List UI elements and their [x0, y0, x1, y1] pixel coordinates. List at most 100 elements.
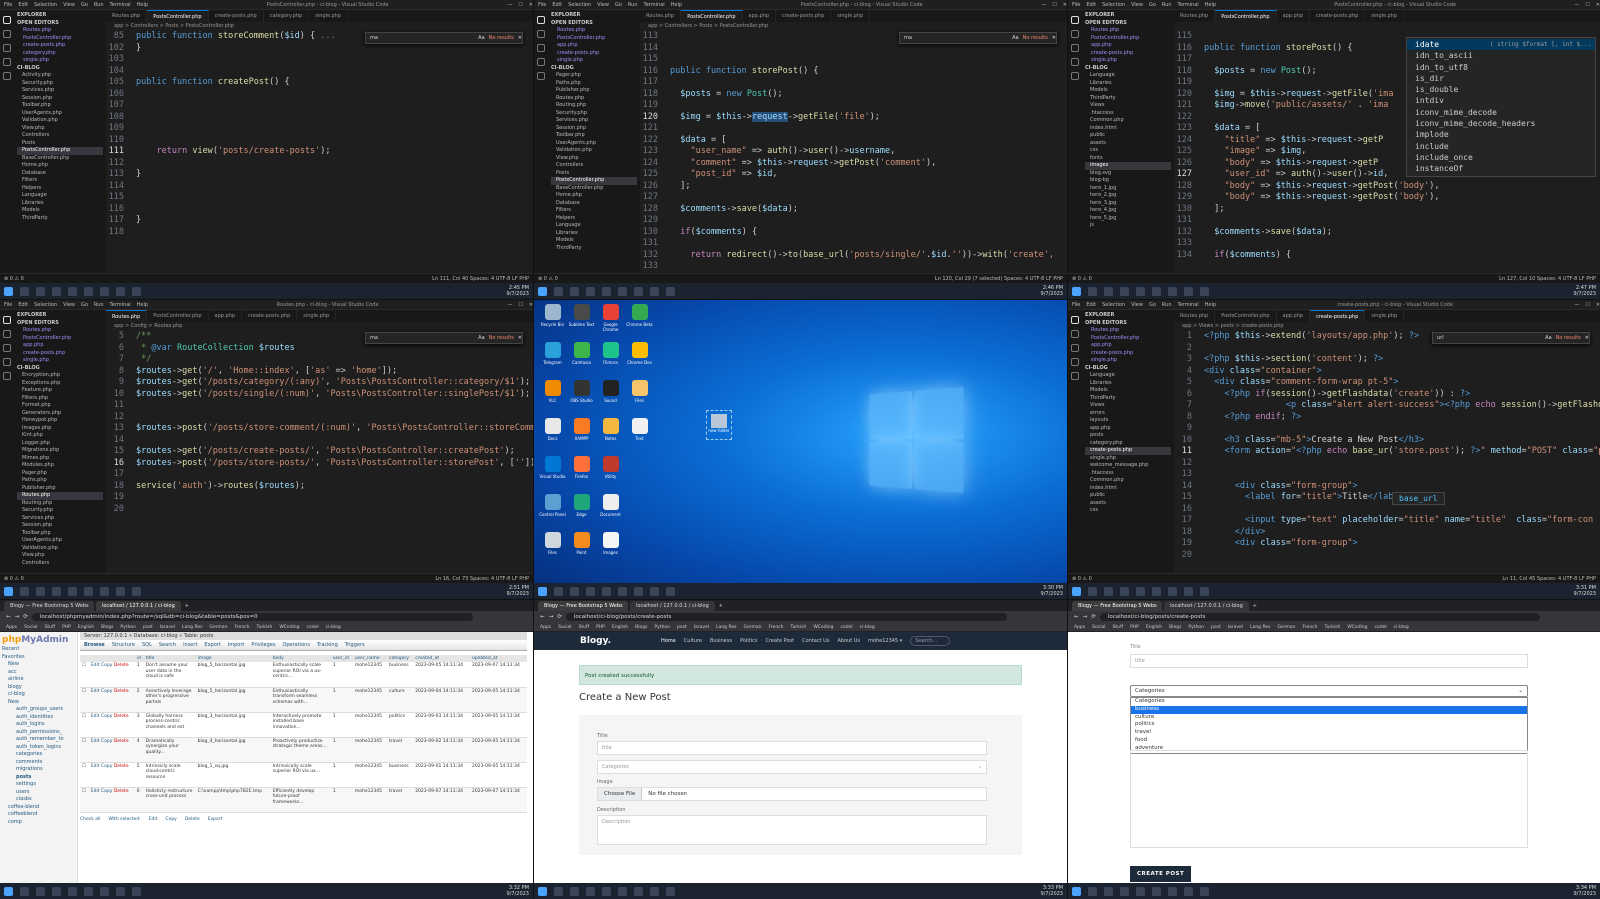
menu-item[interactable]: File [4, 2, 12, 8]
open-editors-header[interactable]: OPEN EDITORS [551, 20, 637, 28]
editor-tab[interactable]: create-posts.php [242, 310, 298, 322]
find-input[interactable]: url [1437, 335, 1444, 341]
explorer-item[interactable]: CI-BLOG [1085, 365, 1171, 373]
delete-link[interactable]: Delete [114, 764, 129, 769]
browser-tab[interactable]: Blogy — Free Bootstrap 5 Webs [538, 601, 628, 611]
bookmark-item[interactable]: Lang Res [182, 625, 202, 630]
menu-item[interactable]: Run [1162, 302, 1172, 308]
start-button-icon[interactable] [538, 886, 547, 896]
run-debug-icon[interactable] [1071, 58, 1079, 66]
bookmark-item[interactable]: Turkish [257, 625, 273, 630]
footer-action[interactable]: Check all [80, 817, 101, 822]
explorer-item[interactable]: single.php [1085, 357, 1171, 365]
taskbar-clock[interactable]: 2:51 PM 9/7/2023 [507, 585, 533, 597]
bookmark-item[interactable]: laravel [694, 625, 709, 630]
column-header[interactable]: title [143, 655, 196, 662]
desktop-icon[interactable]: Files [538, 532, 567, 570]
code-line[interactable]: 126 ]; [640, 181, 1067, 193]
desktop-icon[interactable]: Notes [596, 418, 625, 456]
bookmark-item[interactable]: Blogs [101, 625, 113, 630]
copy-link[interactable]: Copy [101, 739, 112, 744]
explorer-item[interactable]: Common.php [1085, 117, 1171, 125]
explorer-item[interactable]: Services.php [17, 87, 103, 95]
xampp-icon[interactable] [100, 886, 109, 896]
desktop-icon[interactable]: Text [625, 418, 654, 456]
vscode-icon[interactable] [618, 586, 627, 596]
code-line[interactable]: 133 [640, 261, 1067, 273]
explorer-item[interactable]: category.php [1085, 440, 1171, 448]
menu-item[interactable]: Selection [1102, 302, 1125, 308]
cell-body[interactable]: Interactively promote installed base inn… [270, 712, 331, 738]
desktop-icon[interactable]: Edge [567, 494, 596, 532]
explorer-item[interactable]: create-posts.php [551, 50, 637, 58]
suggestion-item[interactable]: idate( string $format [, int $... [1407, 39, 1595, 51]
cell-user-id[interactable]: 1 [330, 787, 353, 813]
delete-link[interactable]: Delete [114, 663, 129, 668]
menu-item[interactable]: File [1072, 2, 1080, 8]
explorer-item[interactable]: Filters.php [17, 395, 103, 403]
cell-updated-at[interactable]: 2023-09-05 14:11:34 [470, 737, 527, 763]
table-row[interactable]: ☐ Edit Copy Delete 5 Intrinsicly scale c… [80, 762, 527, 788]
desktop-icon[interactable]: Document [596, 494, 625, 532]
explorer-item[interactable]: .htaccess [1085, 110, 1171, 118]
taskbar-clock[interactable]: 3:33 PM 9/7/2023 [1041, 885, 1067, 897]
match-case-icon[interactable]: Aa [478, 35, 484, 41]
explorer-item[interactable]: hero_5.jpg [1085, 215, 1171, 223]
search-icon[interactable] [20, 286, 29, 296]
app-icon[interactable] [666, 586, 675, 596]
menu-item[interactable]: Go [1149, 2, 1156, 8]
chrome-icon[interactable] [1136, 886, 1145, 896]
start-button-icon[interactable] [4, 586, 13, 596]
menu-item[interactable]: Edit [18, 302, 28, 308]
find-widget[interactable]: ma Aa No results ✕ [365, 32, 523, 44]
editor-tab[interactable]: create-posts.php [776, 10, 832, 22]
explorer-item[interactable]: index.html [1085, 125, 1171, 133]
explorer-item[interactable]: layouts [1085, 417, 1171, 425]
explorer-icon[interactable] [1071, 16, 1079, 24]
editor-tab[interactable]: create-posts.php [1310, 310, 1366, 322]
start-button-icon[interactable] [538, 586, 547, 596]
code-line[interactable]: 17 [106, 469, 533, 481]
source-control-icon[interactable] [537, 44, 545, 52]
pma-tab[interactable]: Export [204, 642, 220, 648]
find-input[interactable]: ma [904, 35, 912, 41]
start-button-icon[interactable] [4, 286, 13, 296]
desktop-icon[interactable]: Paint [567, 532, 596, 570]
back-icon[interactable]: ← [540, 614, 545, 620]
explorer-item[interactable]: Publisher.php [551, 87, 637, 95]
explorer-item[interactable]: Security.php [17, 80, 103, 88]
db-tree-item[interactable]: acc [2, 669, 75, 677]
code-line[interactable]: 132 $comments->save($data); [1174, 227, 1600, 239]
editor-tab[interactable]: create-posts.php [209, 10, 264, 22]
category-select[interactable]: Categories ⌄ [597, 760, 987, 774]
menu-item[interactable]: View [1131, 302, 1143, 308]
footer-action[interactable]: Delete [185, 817, 200, 822]
cell-body[interactable]: Enthusiastically scale superior ROI via … [270, 662, 331, 688]
bookmark-item[interactable]: Social [24, 625, 37, 630]
match-case-icon[interactable]: Aa [478, 335, 484, 341]
nav-link[interactable]: Politics [740, 638, 757, 644]
code-line[interactable]: 109 [106, 123, 533, 135]
bookmark-item[interactable]: ci-blog [326, 625, 341, 630]
explorer-item[interactable]: UserAgents.php [17, 110, 103, 118]
editor-tab[interactable]: create-posts.php [1310, 10, 1366, 22]
menu-item[interactable]: Help [137, 2, 148, 8]
db-tree-item[interactable]: coffee-blend [2, 804, 75, 812]
bookmark-item[interactable]: Python [120, 625, 136, 630]
editor-tab[interactable]: Routes.php [1174, 10, 1216, 22]
code-line[interactable]: 20 [106, 504, 533, 516]
explorer-item[interactable]: Security.php [551, 110, 637, 118]
cell-body[interactable]: Enthusiastically transform seamless sche… [270, 687, 331, 713]
status-position[interactable]: Ln 127, Col 10 Spaces: 4 UTF-8 LF PHP [1499, 276, 1596, 282]
xampp-icon[interactable] [634, 886, 643, 896]
vscode-icon[interactable] [618, 286, 627, 296]
cell-created-at[interactable]: 2023-09-05 14:11:34 [413, 662, 471, 688]
db-tree-item[interactable]: comments [2, 759, 75, 767]
explorer-icon[interactable] [1071, 316, 1079, 324]
explorer-item[interactable]: PostsController.php [1085, 335, 1171, 343]
cell-user-id[interactable]: 1 [330, 662, 353, 688]
site-search-input[interactable]: Search... [910, 636, 951, 646]
explorer-item[interactable]: Session.php [17, 95, 103, 103]
menu-item[interactable]: Edit [552, 2, 562, 8]
cell-id[interactable]: 6 [134, 787, 144, 813]
